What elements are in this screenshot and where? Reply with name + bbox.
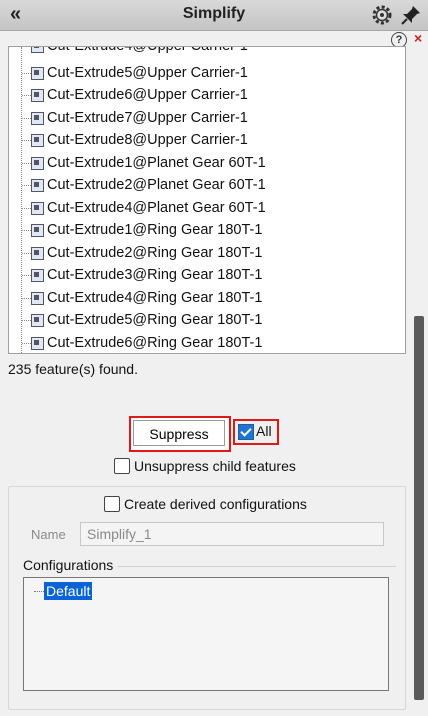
features-found-status: 235 feature(s) found.	[8, 361, 138, 377]
tree-item-label: Cut-Extrude7@Upper Carrier-1	[47, 110, 248, 126]
tree-item[interactable]: Cut-Extrude3@Ring Gear 180T-1	[9, 264, 405, 286]
panel-title: Simplify	[182, 5, 246, 22]
feature-icon	[31, 67, 44, 80]
unsuppress-child-checkbox[interactable]	[114, 458, 130, 474]
tree-item-label: Cut-Extrude1@Ring Gear 180T-1	[47, 222, 263, 238]
feature-icon	[31, 224, 44, 237]
tree-item-label: Cut-Extrude5@Upper Carrier-1	[47, 65, 248, 81]
feature-icon	[31, 269, 44, 282]
tree-item-label: Cut-Extrude4@Upper Carrier-1	[47, 46, 248, 54]
feature-icon	[31, 202, 44, 215]
panel-scrollbar[interactable]	[414, 316, 424, 700]
all-label: All	[256, 423, 272, 439]
tree-item-label: Cut-Extrude6@Ring Gear 180T-1	[47, 335, 263, 351]
feature-icon	[31, 47, 44, 53]
tree-item[interactable]: Cut-Extrude7@Upper Carrier-1	[9, 107, 405, 129]
close-icon[interactable]: ×	[414, 30, 422, 46]
tree-item[interactable]: Cut-Extrude8@Upper Carrier-1	[9, 129, 405, 151]
feature-icon	[31, 179, 44, 192]
feature-icon	[31, 247, 44, 260]
pin-icon[interactable]	[400, 4, 422, 26]
config-item-default[interactable]: Default	[44, 582, 93, 600]
tree-item-label: Cut-Extrude8@Upper Carrier-1	[47, 132, 248, 148]
feature-icon	[31, 314, 44, 327]
tree-guide-line	[34, 591, 44, 592]
feature-icon	[31, 89, 44, 102]
divider	[118, 566, 396, 567]
tree-item-label: Cut-Extrude6@Upper Carrier-1	[47, 87, 248, 103]
feature-icon	[31, 134, 44, 147]
tree-item-label: Cut-Extrude3@Ring Gear 180T-1	[47, 267, 263, 283]
tree-item[interactable]: Cut-Extrude6@Ring Gear 180T-1	[9, 332, 405, 353]
feature-icon	[31, 292, 44, 305]
gear-icon[interactable]	[370, 3, 394, 27]
tree-item-label: Cut-Extrude2@Ring Gear 180T-1	[47, 245, 263, 261]
create-derived-checkbox[interactable]	[104, 496, 120, 512]
tree-item[interactable]: Cut-Extrude6@Upper Carrier-1	[9, 84, 405, 106]
configurations-list[interactable]: Default	[23, 577, 389, 691]
tree-item[interactable]: Cut-Extrude5@Ring Gear 180T-1	[9, 309, 405, 331]
all-checkbox[interactable]	[238, 424, 254, 440]
suppress-button[interactable]: Suppress	[133, 420, 225, 446]
tree-item[interactable]: Cut-Extrude4@Planet Gear 60T-1	[9, 197, 405, 219]
feature-tree[interactable]: Cut-Extrude4@Upper Carrier-1 Cut-Extrude…	[8, 46, 406, 354]
tree-item[interactable]: Cut-Extrude2@Planet Gear 60T-1	[9, 174, 405, 196]
tree-item[interactable]: Cut-Extrude1@Planet Gear 60T-1	[9, 152, 405, 174]
tree-item-label: Cut-Extrude2@Planet Gear 60T-1	[47, 177, 266, 193]
tree-item[interactable]: Cut-Extrude5@Upper Carrier-1	[9, 62, 405, 84]
feature-icon	[31, 157, 44, 170]
tree-item-label: Cut-Extrude1@Planet Gear 60T-1	[47, 155, 266, 171]
tree-item-label: Cut-Extrude4@Planet Gear 60T-1	[47, 200, 266, 216]
tree-item[interactable]: Cut-Extrude2@Ring Gear 180T-1	[9, 242, 405, 264]
name-input[interactable]	[80, 522, 384, 546]
tree-item[interactable]: Cut-Extrude1@Ring Gear 180T-1	[9, 219, 405, 241]
tree-item[interactable]: Cut-Extrude4@Ring Gear 180T-1	[9, 287, 405, 309]
configurations-label: Configurations	[23, 557, 114, 573]
title-bar: « Simplify	[0, 0, 428, 31]
unsuppress-child-label: Unsuppress child features	[134, 458, 296, 474]
tree-item-label: Cut-Extrude5@Ring Gear 180T-1	[47, 312, 263, 328]
feature-icon	[31, 112, 44, 125]
tree-item[interactable]: Cut-Extrude4@Upper Carrier-1	[9, 46, 405, 57]
name-label: Name	[31, 527, 66, 542]
feature-icon	[31, 337, 44, 350]
tree-item-label: Cut-Extrude4@Ring Gear 180T-1	[47, 290, 263, 306]
create-derived-label: Create derived configurations	[124, 496, 307, 512]
